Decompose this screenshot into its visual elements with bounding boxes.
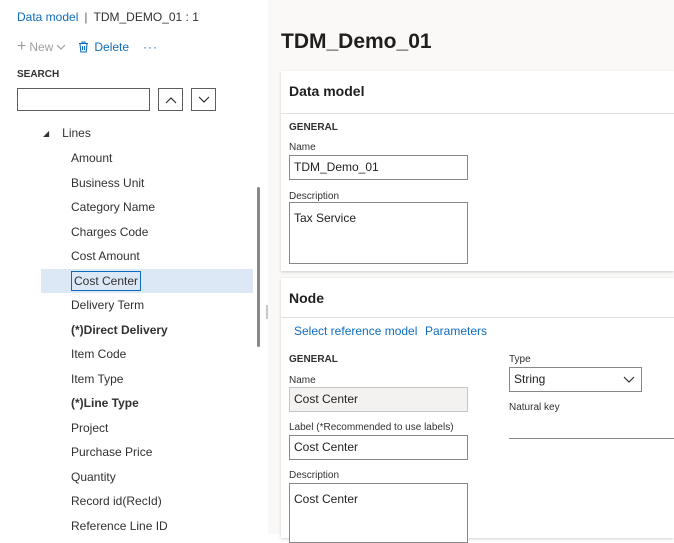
new-button-label: New [29,40,54,54]
trash-icon [79,41,89,53]
tree-item[interactable]: (*)Line Type [41,391,253,415]
plus-icon: + [17,38,27,55]
tree-item[interactable]: Item Code [41,342,253,366]
tree-item[interactable]: Item Type [41,367,253,391]
description-field-label: Description [289,470,340,481]
tree-item[interactable]: Project [41,416,253,440]
tree-item[interactable]: Amount [41,146,253,170]
breadcrumb-current: TDM_DEMO_01 : 1 [93,10,199,24]
card-divider [281,317,674,318]
chevron-down-icon [623,376,635,383]
chevron-up-icon [165,96,176,103]
node-card: Node Select reference model Parameters G… [281,278,674,543]
breadcrumb-data-model-link[interactable]: Data model [17,10,78,24]
data-model-card: Data model GENERAL Name TDM_Demo_01 Desc… [281,71,674,271]
chevron-down-icon [56,44,66,50]
node-card-title: Node [289,290,324,306]
tree-item-label: Item Code [71,347,127,361]
node-label-field[interactable]: Cost Center [289,435,468,460]
new-button[interactable]: + New [17,38,66,55]
tree-item-label: Amount [71,151,113,165]
tree-item-label: Delivery Term [71,298,145,312]
search-next-button[interactable] [191,88,216,111]
tree-item-label: Item Type [71,371,124,386]
type-dropdown[interactable]: String [509,367,642,392]
tree-item[interactable]: (*)Direct Delivery [41,318,253,342]
type-field-label: Type [509,354,531,365]
tree-item[interactable]: Cost Center [41,268,253,293]
tree-item-label: (*)Direct Delivery [71,322,168,337]
tree-item-label: Purchase Price [71,445,153,459]
search-input[interactable] [17,88,150,111]
tree-item-label: Cost Center [71,270,142,291]
more-options-button[interactable]: ··· [143,40,158,54]
page-title: TDM_Demo_01 [281,30,432,53]
delete-button-label: Delete [94,40,130,54]
chevron-down-icon [198,96,209,103]
breadcrumb: Data model | TDM_DEMO_01 : 1 [17,10,199,24]
delete-button[interactable]: Delete [78,40,129,54]
natural-key-field[interactable] [509,438,674,439]
node-name-field: Cost Center [289,387,468,412]
breadcrumb-separator: | [84,10,88,24]
tree-item-label: Project [71,420,109,435]
data-model-description-field[interactable]: Tax Service [289,202,468,264]
tree-item-label: Category Name [71,200,156,214]
tree-item[interactable]: Quantity [41,465,253,489]
tree-node-lines[interactable]: ◢ Lines [43,126,91,140]
tree-item[interactable]: Delivery Term [41,293,253,317]
tree-item-label: Business Unit [71,175,145,190]
name-field-label: Name [289,375,316,386]
tree-item-label: Quantity [71,469,116,484]
search-label: SEARCH [17,69,60,80]
tree-item[interactable]: Category Name [41,195,253,219]
data-model-card-title: Data model [289,83,365,99]
select-reference-model-link[interactable]: Select reference model [294,324,417,338]
tree-item-label: Charges Code [71,224,149,239]
natural-key-field-label: Natural key [509,402,560,413]
collapse-triangle-icon[interactable]: ◢ [43,129,49,138]
tree-item-label: Cost Amount [71,249,140,263]
tree-node-label: Lines [62,126,91,140]
toolbar: + New Delete ··· [17,39,158,55]
general-section-label: GENERAL [289,354,338,365]
pane-splitter-handle[interactable] [266,305,268,319]
name-field-label: Name [289,142,316,153]
tree-item[interactable]: Purchase Price [41,440,253,464]
tree-item[interactable]: Record id(RecId) [41,489,253,513]
card-divider [281,113,674,114]
tree-item[interactable]: Cost Amount [41,244,253,268]
node-description-field[interactable]: Cost Center [289,483,468,543]
tree-item-label: (*)Line Type [71,396,139,410]
scrollbar-thumb[interactable] [257,187,260,347]
tree-item-label: Record id(RecId) [71,494,162,508]
description-field-label: Description [289,191,340,202]
tree-item-label: Reference Line ID [71,518,168,533]
label-field-label: Label (*Recommended to use labels) [289,422,454,433]
parameters-link[interactable]: Parameters [425,324,487,338]
type-dropdown-value: String [514,372,546,386]
tree-item[interactable]: Business Unit [41,171,253,195]
search-previous-button[interactable] [158,88,183,111]
general-section-label: GENERAL [289,122,338,133]
data-model-name-field[interactable]: TDM_Demo_01 [289,155,468,180]
tree-item[interactable]: Charges Code [41,220,253,244]
